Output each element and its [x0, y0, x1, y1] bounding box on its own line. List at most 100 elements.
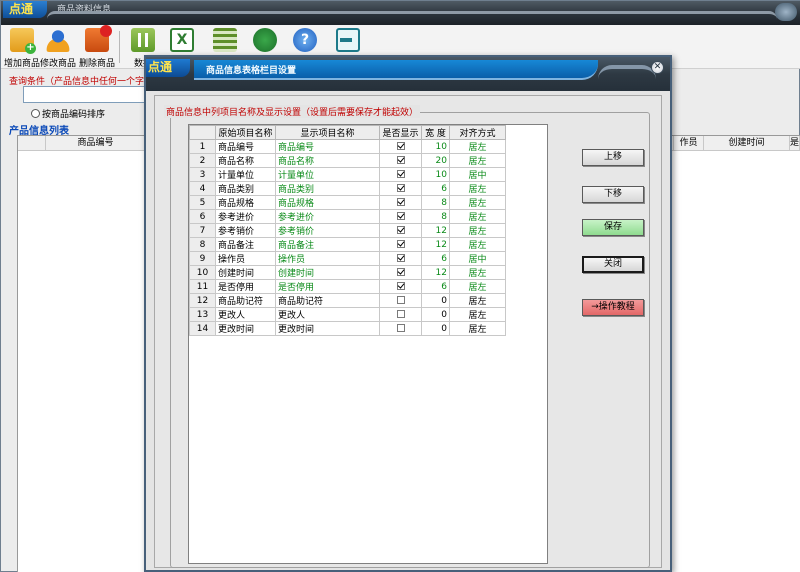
show-checkbox-cell[interactable]	[379, 209, 422, 224]
show-checkbox[interactable]	[396, 184, 405, 192]
radio-button[interactable]	[31, 109, 40, 118]
table-row[interactable]: 7 参考销价 参考销价 12 居左	[189, 223, 506, 238]
close-icon[interactable]: ✕	[651, 61, 664, 74]
show-checkbox-cell[interactable]	[379, 139, 422, 154]
show-checkbox-cell[interactable]	[379, 279, 422, 294]
display-name-header[interactable]: 显示项目名称	[275, 125, 380, 140]
show-checkbox-cell[interactable]	[379, 307, 422, 322]
display-name-cell[interactable]: 商品备注	[275, 237, 380, 252]
column-header[interactable]: 商品编号	[46, 136, 146, 151]
move-up-button[interactable]: 上移	[582, 149, 644, 166]
display-name-cell[interactable]: 参考销价	[275, 223, 380, 238]
table-row[interactable]: 9 操作员 操作员 6 居中	[189, 251, 506, 266]
display-name-cell[interactable]: 更改时间	[275, 321, 380, 336]
align-cell[interactable]: 居左	[449, 265, 506, 280]
table-row[interactable]: 8 商品备注 商品备注 12 居左	[189, 237, 506, 252]
width-cell[interactable]: 12	[421, 237, 450, 252]
table-row[interactable]: 14 更改时间 更改时间 0 居左	[189, 321, 506, 336]
align-header[interactable]: 对齐方式	[449, 125, 506, 140]
edit-product-button[interactable]: 修改商品	[39, 28, 77, 69]
show-checkbox-cell[interactable]	[379, 237, 422, 252]
show-checkbox-cell[interactable]	[379, 265, 422, 280]
width-cell[interactable]: 10	[421, 139, 450, 154]
table-row[interactable]: 10 创建时间 创建时间 12 居左	[189, 265, 506, 280]
align-cell[interactable]: 居左	[449, 307, 506, 322]
display-name-cell[interactable]: 商品助记符	[275, 293, 380, 308]
width-cell[interactable]: 12	[421, 265, 450, 280]
show-checkbox[interactable]	[396, 254, 405, 262]
width-header[interactable]: 宽 度	[421, 125, 450, 140]
show-checkbox-cell[interactable]	[379, 293, 422, 308]
show-checkbox-cell[interactable]	[379, 251, 422, 266]
table-row[interactable]: 11 是否停用 是否停用 6 居左	[189, 279, 506, 294]
column-header[interactable]: 作员	[674, 136, 704, 151]
table-row[interactable]: 6 参考进价 参考进价 8 居左	[189, 209, 506, 224]
show-header[interactable]: 是否显示	[379, 125, 422, 140]
original-name-header[interactable]: 原始项目名称	[215, 125, 276, 140]
width-cell[interactable]: 10	[421, 167, 450, 182]
show-checkbox[interactable]	[396, 156, 405, 164]
show-checkbox-cell[interactable]	[379, 153, 422, 168]
show-checkbox[interactable]	[396, 310, 405, 318]
save-button[interactable]: 保存	[582, 219, 644, 236]
column-settings-grid[interactable]: 原始项目名称 显示项目名称 是否显示 宽 度 对齐方式 1 商品编号 商品编号 10 居…	[188, 124, 548, 564]
query-input[interactable]	[23, 86, 147, 103]
show-checkbox-cell[interactable]	[379, 181, 422, 196]
align-cell[interactable]: 居左	[449, 293, 506, 308]
align-cell[interactable]: 居左	[449, 279, 506, 294]
display-name-cell[interactable]: 操作员	[275, 251, 380, 266]
add-product-button[interactable]: + 增加商品	[3, 28, 41, 69]
display-name-cell[interactable]: 商品类别	[275, 181, 380, 196]
show-checkbox-cell[interactable]	[379, 195, 422, 210]
width-cell[interactable]: 0	[421, 321, 450, 336]
show-checkbox-cell[interactable]	[379, 223, 422, 238]
table-row[interactable]: 12 商品助记符 商品助记符 0 居左	[189, 293, 506, 308]
table-row[interactable]: 13 更改人 更改人 0 居左	[189, 307, 506, 322]
width-cell[interactable]: 12	[421, 223, 450, 238]
column-header[interactable]: 是	[790, 136, 800, 151]
show-checkbox[interactable]	[396, 296, 405, 304]
display-name-cell[interactable]: 是否停用	[275, 279, 380, 294]
close-button[interactable]: 关闭	[582, 256, 644, 273]
show-checkbox[interactable]	[396, 282, 405, 290]
display-name-cell[interactable]: 更改人	[275, 307, 380, 322]
delete-product-button[interactable]: 删除商品	[78, 25, 116, 69]
width-cell[interactable]: 8	[421, 195, 450, 210]
show-checkbox[interactable]	[396, 170, 405, 178]
show-checkbox[interactable]	[396, 198, 405, 206]
align-cell[interactable]: 居左	[449, 237, 506, 252]
display-name-cell[interactable]: 商品编号	[275, 139, 380, 154]
display-name-cell[interactable]: 商品规格	[275, 195, 380, 210]
show-checkbox[interactable]	[396, 212, 405, 220]
align-cell[interactable]: 居左	[449, 153, 506, 168]
table-row[interactable]: 5 商品规格 商品规格 8 居左	[189, 195, 506, 210]
align-cell[interactable]: 居中	[449, 251, 506, 266]
width-cell[interactable]: 8	[421, 209, 450, 224]
width-cell[interactable]: 6	[421, 279, 450, 294]
move-down-button[interactable]: 下移	[582, 186, 644, 203]
column-header[interactable]: 创建时间	[704, 136, 790, 151]
show-checkbox[interactable]	[396, 226, 405, 234]
dialog-title-bar[interactable]: 点通 商品信息表格栏目设置 ✕	[146, 57, 670, 91]
align-cell[interactable]: 居左	[449, 181, 506, 196]
align-cell[interactable]: 居中	[449, 167, 506, 182]
width-cell[interactable]: 20	[421, 153, 450, 168]
width-cell[interactable]: 0	[421, 307, 450, 322]
show-checkbox[interactable]	[396, 268, 405, 276]
show-checkbox[interactable]	[396, 240, 405, 248]
width-cell[interactable]: 6	[421, 251, 450, 266]
tutorial-button[interactable]: →操作教程	[582, 299, 644, 316]
align-cell[interactable]: 居左	[449, 223, 506, 238]
table-row[interactable]: 1 商品编号 商品编号 10 居左	[189, 139, 506, 154]
width-cell[interactable]: 6	[421, 181, 450, 196]
display-name-cell[interactable]: 计量单位	[275, 167, 380, 182]
display-name-cell[interactable]: 创建时间	[275, 265, 380, 280]
show-checkbox[interactable]	[396, 324, 405, 332]
window-control-button[interactable]	[775, 3, 797, 21]
align-cell[interactable]: 居左	[449, 139, 506, 154]
table-row[interactable]: 2 商品名称 商品名称 20 居左	[189, 153, 506, 168]
align-cell[interactable]: 居左	[449, 209, 506, 224]
table-row[interactable]: 3 计量单位 计量单位 10 居中	[189, 167, 506, 182]
table-row[interactable]: 4 商品类别 商品类别 6 居左	[189, 181, 506, 196]
display-name-cell[interactable]: 参考进价	[275, 209, 380, 224]
